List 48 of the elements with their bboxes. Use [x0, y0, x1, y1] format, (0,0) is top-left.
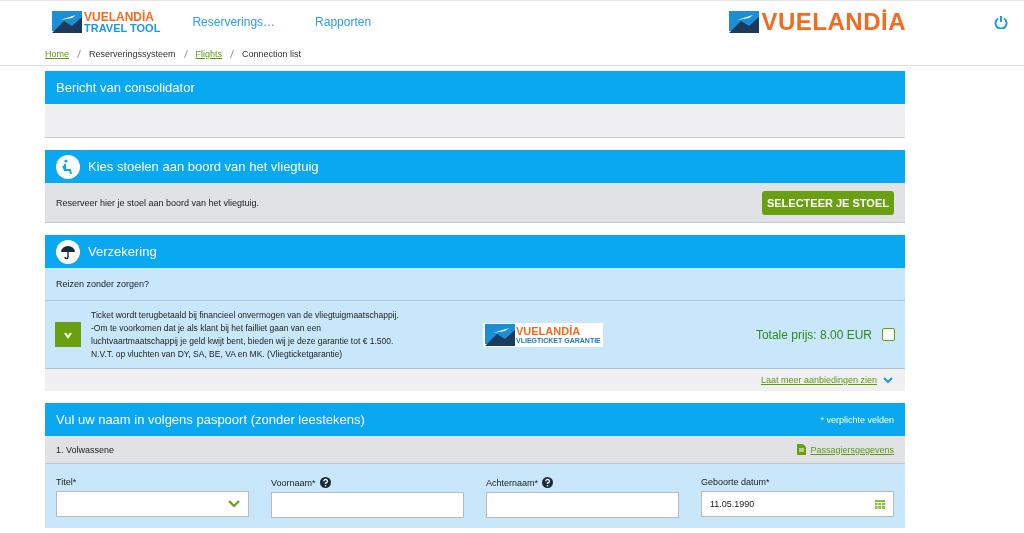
umbrella-icon — [56, 239, 80, 264]
breadcrumb-separator — [77, 50, 81, 58]
breadcrumb-item: Reserveringssysteem — [89, 49, 176, 59]
nav-link[interactable]: Reserverings… — [192, 15, 276, 29]
breadcrumb-link[interactable]: Flights — [195, 49, 223, 59]
seat-info-text: Reserveer hier je stoel aan boord van het vliegtuig. — [56, 197, 260, 208]
chevron-down-icon — [228, 500, 240, 508]
field-label: Voornaam* — [271, 477, 316, 488]
breadcrumb-link[interactable]: Home — [45, 49, 69, 59]
more-offers-link[interactable]: Laat meer aanbiedingen zien — [760, 375, 877, 385]
passenger-label: 1. Volwassene — [56, 444, 115, 455]
date-field[interactable]: 11.05.1990 — [701, 491, 894, 517]
expand-toggle[interactable] — [55, 322, 81, 347]
breadcrumb-separator — [183, 50, 188, 58]
mountain-logo-icon — [52, 11, 82, 33]
document-icon — [797, 444, 807, 455]
passenger-details-link[interactable]: Passagiersgegevens — [810, 444, 894, 455]
breadcrumb-item: Connection list — [242, 49, 302, 59]
calendar-icon — [875, 499, 885, 509]
question-text: Reizen zonder zorgen? — [56, 279, 150, 289]
logo-brand: VUELANDİA — [84, 10, 155, 23]
nav-link[interactable]: Rapporten — [315, 15, 372, 29]
field-label: Geboorte datum* — [701, 477, 770, 487]
total-price: Totale prijs: 8.00 EUR — [755, 327, 872, 342]
chevron-down-icon — [883, 376, 893, 384]
seat-icon — [56, 154, 80, 179]
logo-brand: VUELANDİA — [516, 325, 582, 337]
title-dropdown[interactable] — [56, 491, 249, 517]
breadcrumb-separator — [230, 50, 235, 58]
text-field[interactable] — [271, 492, 464, 518]
select-seat-button[interactable]: SELECTEER JE STOEL — [761, 190, 894, 215]
section-title: Vul uw naam in volgens paspoort (zonder leestekens) — [56, 412, 365, 427]
required-note: * verplichte velden — [820, 414, 894, 425]
help-icon — [319, 477, 331, 488]
power-icon[interactable] — [994, 15, 1008, 29]
logo-subtitle: TRAVEL TOOL — [84, 22, 161, 34]
section-title: Bericht van consolidator — [56, 80, 195, 95]
text-field[interactable] — [486, 492, 679, 518]
mountain-logo-icon — [729, 11, 760, 33]
field-label: Titel* — [56, 477, 77, 487]
offer-description: Ticket wordt terugbetaald bij financieel onvermogen van de vliegtuigmaatschappij. -Om te voorkomen dat je als klant bij het failliet gaan van een luchtvaartmaatschappij je geld kwijt bent, bieden wij je deze garantie tot € 1.500. N.V.T. op vluchten van DY, SA, BE, VA en MK. (Vliegticketgarantie) — [91, 308, 400, 361]
section-title: Verzekering — [88, 244, 157, 259]
help-icon — [542, 477, 554, 488]
brand-logo: VUELANDİA — [761, 8, 906, 36]
chevron-icon — [63, 330, 73, 339]
field-label: Achternaam* — [486, 477, 539, 488]
checkbox[interactable] — [882, 328, 895, 341]
section-title: Kies stoelen aan boord van het vliegtuig — [88, 159, 319, 174]
